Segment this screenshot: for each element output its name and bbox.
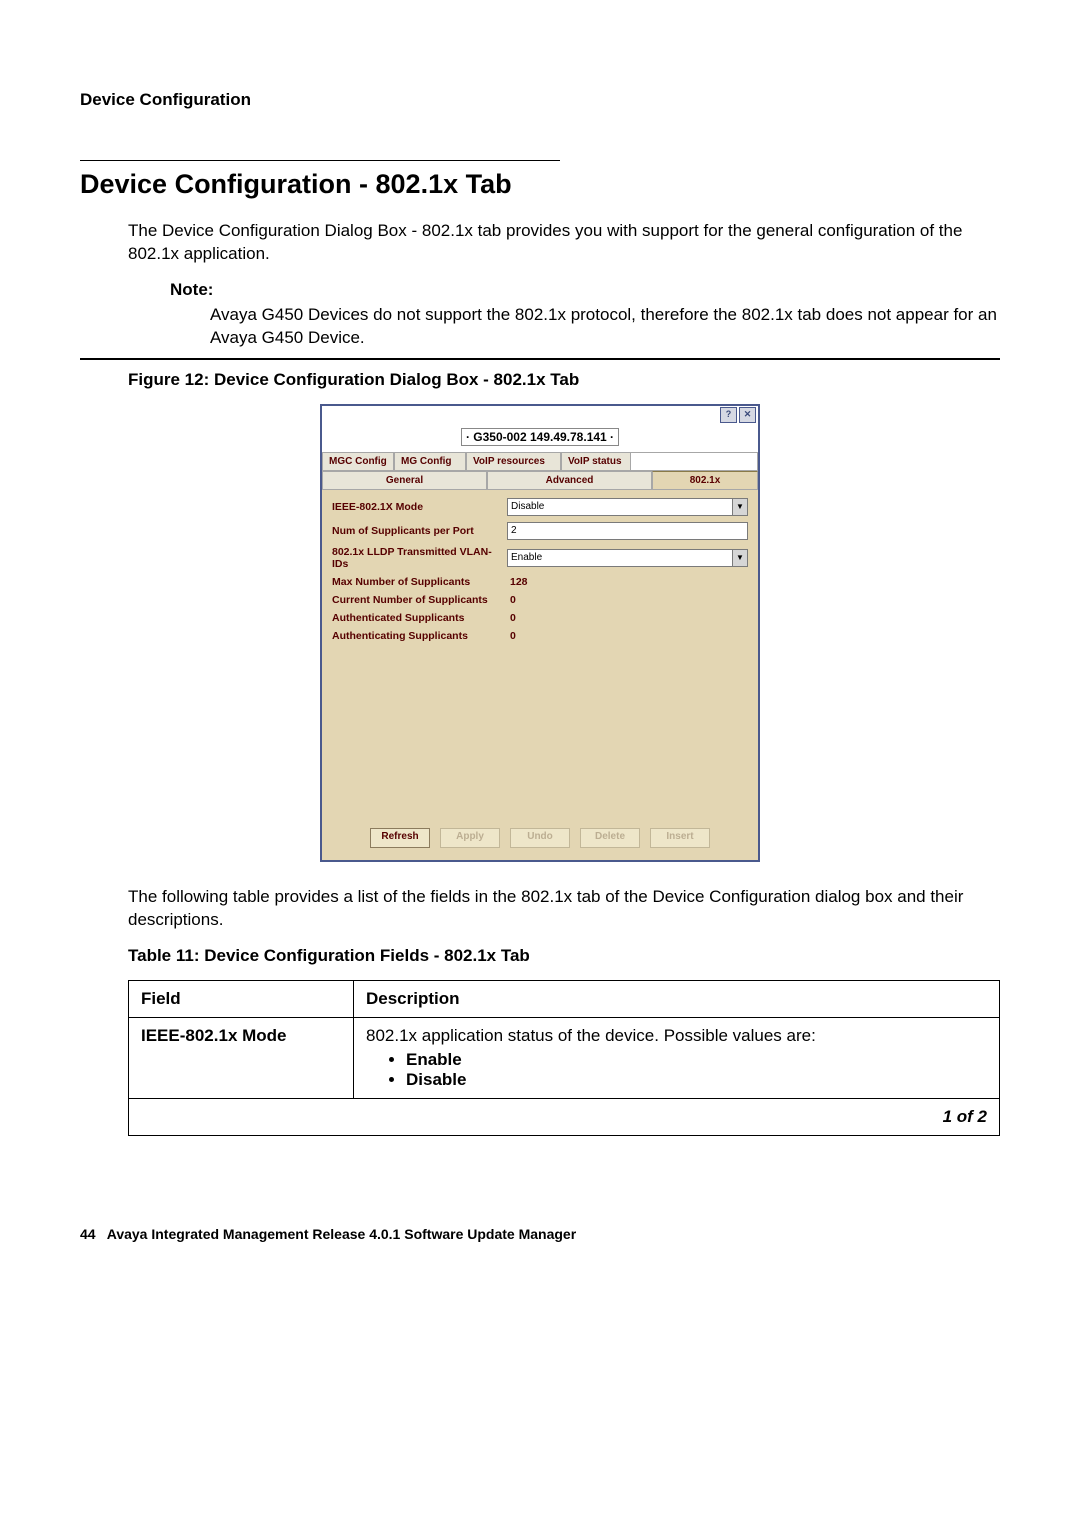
bullet-disable: Disable (406, 1070, 987, 1090)
tab-general[interactable]: General (322, 471, 487, 490)
cell-field-0: IEEE-802.1x Mode (129, 1017, 354, 1098)
page-title: Device Configuration - 802.1x Tab (80, 169, 1000, 200)
refresh-button[interactable]: Refresh (370, 828, 430, 848)
form-area: IEEE-802.1X Mode Disable ▼ Num of Suppli… (322, 490, 758, 860)
tab-spacer (631, 452, 758, 471)
label-mode: IEEE-802.1X Mode (332, 501, 507, 513)
tab-mgc-config[interactable]: MGC Config (322, 452, 394, 471)
input-num-supp[interactable]: 2 (507, 522, 748, 540)
rule-full (80, 358, 1000, 360)
device-label: · G350-002 149.49.78.141 · (322, 426, 758, 452)
chevron-down-icon: ▼ (732, 499, 747, 515)
cell-desc-0-text: 802.1x application status of the device.… (366, 1026, 816, 1045)
page-footer: 44 Avaya Integrated Management Release 4… (80, 1226, 1000, 1242)
dropdown-mode[interactable]: Disable ▼ (507, 498, 748, 516)
tabs: MGC Config MG Config VoIP resources VoIP… (322, 452, 758, 490)
help-icon[interactable]: ? (720, 407, 737, 423)
section-header: Device Configuration (80, 90, 1000, 110)
tab-8021x[interactable]: 802.1x (652, 471, 758, 490)
footer-doc-title: Avaya Integrated Management Release 4.0.… (107, 1226, 576, 1242)
footer-page-number: 44 (80, 1226, 96, 1242)
input-num-supp-value: 2 (511, 525, 517, 536)
insert-button[interactable]: Insert (650, 828, 710, 848)
label-max-supp: Max Number of Supplicants (332, 576, 507, 588)
tab-advanced[interactable]: Advanced (487, 471, 652, 490)
label-authd-supp: Authenticated Supplicants (332, 612, 507, 624)
dropdown-lldp-value: Enable (511, 552, 542, 563)
tab-mg-config[interactable]: MG Config (394, 452, 466, 471)
value-authd-supp: 0 (507, 612, 748, 624)
delete-button[interactable]: Delete (580, 828, 640, 848)
rule-top (80, 160, 560, 161)
note-text: Avaya G450 Devices do not support the 80… (210, 304, 1000, 350)
label-authing-supp: Authenticating Supplicants (332, 630, 507, 642)
button-row: Refresh Apply Undo Delete Insert (332, 822, 748, 850)
intro-paragraph: The Device Configuration Dialog Box - 80… (128, 220, 1000, 266)
table-pagination: 1 of 2 (128, 1099, 1000, 1136)
tab-voip-status[interactable]: VoIP status (561, 452, 631, 471)
value-authing-supp: 0 (507, 630, 748, 642)
tab-voip-resources[interactable]: VoIP resources (466, 452, 561, 471)
label-num-supp: Num of Supplicants per Port (332, 525, 507, 537)
device-label-text: · G350-002 149.49.78.141 · (461, 428, 619, 446)
label-lldp: 802.1x LLDP Transmitted VLAN-IDs (332, 546, 507, 570)
table-caption: Table 11: Device Configuration Fields - … (128, 946, 1000, 966)
dropdown-lldp[interactable]: Enable ▼ (507, 549, 748, 567)
label-cur-supp: Current Number of Supplicants (332, 594, 507, 606)
th-field: Field (129, 980, 354, 1017)
close-icon[interactable]: ✕ (739, 407, 756, 423)
undo-button[interactable]: Undo (510, 828, 570, 848)
dropdown-mode-value: Disable (511, 501, 544, 512)
note-label: Note: (170, 280, 1000, 300)
value-max-supp: 128 (507, 576, 748, 588)
th-desc: Description (354, 980, 1000, 1017)
dialog-titlebar: ? ✕ (322, 406, 758, 426)
table-row: IEEE-802.1x Mode 802.1x application stat… (129, 1017, 1000, 1098)
post-figure-paragraph: The following table provides a list of t… (128, 886, 1000, 932)
apply-button[interactable]: Apply (440, 828, 500, 848)
value-cur-supp: 0 (507, 594, 748, 606)
config-dialog: ? ✕ · G350-002 149.49.78.141 · MGC Confi… (320, 404, 760, 862)
chevron-down-icon: ▼ (732, 550, 747, 566)
cell-desc-0: 802.1x application status of the device.… (354, 1017, 1000, 1098)
figure-caption: Figure 12: Device Configuration Dialog B… (128, 370, 1000, 390)
fields-table: Field Description IEEE-802.1x Mode 802.1… (128, 980, 1000, 1099)
bullet-enable: Enable (406, 1050, 987, 1070)
